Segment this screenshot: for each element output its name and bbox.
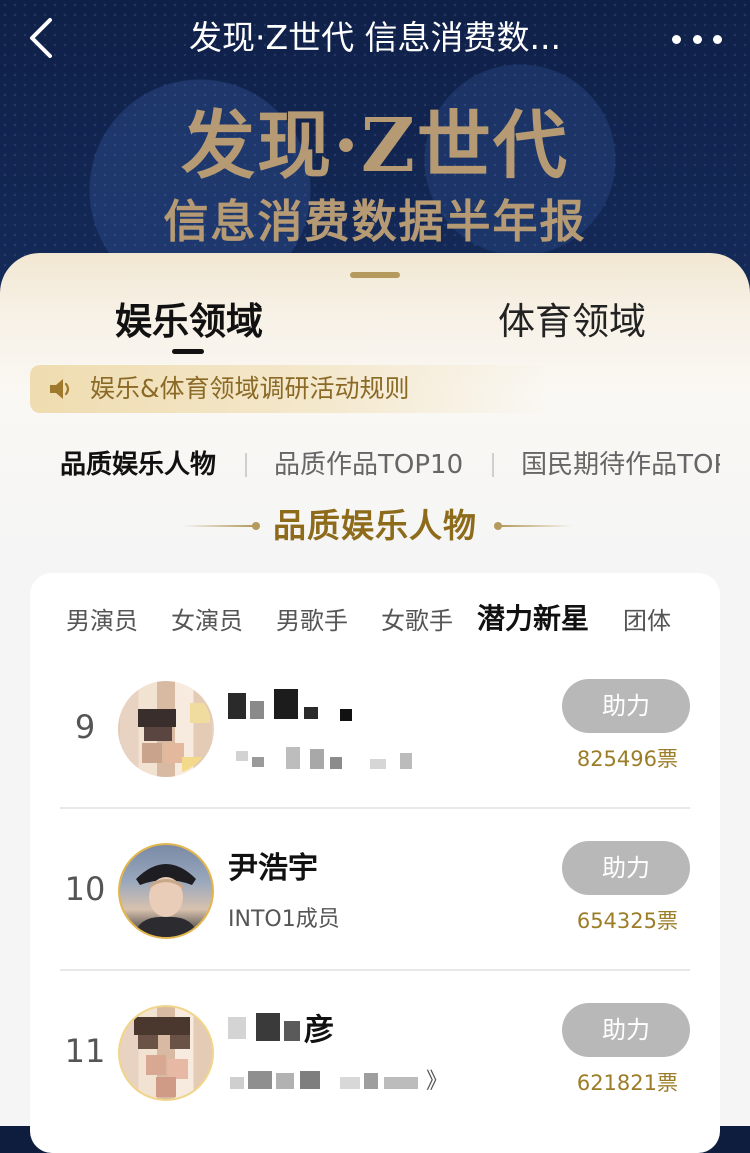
category-female-actor[interactable]: 女演员 <box>171 601 243 641</box>
navbar: 发现·Z世代 信息消费数... <box>0 0 750 80</box>
mosaic-block <box>142 743 162 763</box>
redaction-block <box>250 701 264 719</box>
avatar[interactable] <box>118 681 214 777</box>
subtab-quality-works[interactable]: 品质作品TOP10 <box>274 443 463 487</box>
vote-count: 654325票 <box>576 909 678 933</box>
subtab-divider <box>492 453 495 477</box>
redaction-block <box>252 757 264 767</box>
avatar[interactable] <box>118 843 214 939</box>
redaction-block <box>384 1077 418 1089</box>
person-name: 尹浩宇 <box>228 851 318 886</box>
subtab-quality-figures[interactable]: 品质娱乐人物 <box>60 443 216 487</box>
tab-entertainment[interactable]: 娱乐领域 <box>115 297 263 347</box>
redaction-block <box>274 689 298 719</box>
category-male-singer[interactable]: 男歌手 <box>276 601 348 641</box>
redaction-block <box>276 1073 294 1089</box>
avatar[interactable] <box>118 1005 214 1101</box>
mosaic-block <box>134 1017 190 1035</box>
redaction-block <box>340 1077 360 1089</box>
redaction-block <box>364 1073 378 1089</box>
rules-notice[interactable]: 娱乐&体育领域调研活动规则 <box>30 365 550 413</box>
redaction-block <box>310 749 324 769</box>
vote-count: 825496票 <box>576 747 678 771</box>
category-group[interactable]: 团体 <box>623 601 671 641</box>
more-button[interactable] <box>672 22 722 56</box>
redaction-block <box>256 1013 280 1041</box>
boost-button[interactable]: 助力 <box>562 841 690 895</box>
mosaic-block <box>170 1035 190 1049</box>
mosaic-block <box>156 1077 176 1097</box>
row-divider <box>60 807 690 809</box>
rank-number: 9 <box>74 708 96 746</box>
person-description: 》 <box>426 1069 449 1094</box>
ranking-card: 男演员 女演员 男歌手 女歌手 潜力新星 团体 9 助力 825496票 10 … <box>30 573 720 1153</box>
mosaic-block <box>138 1035 158 1049</box>
boost-button[interactable]: 助力 <box>562 1003 690 1057</box>
redaction-block <box>330 757 342 769</box>
mosaic-block <box>164 743 184 763</box>
redaction-block <box>230 1077 244 1089</box>
redaction-block <box>370 759 386 769</box>
boost-button[interactable]: 助力 <box>562 679 690 733</box>
redaction-block <box>400 753 412 769</box>
drag-handle[interactable] <box>350 272 400 278</box>
hero-banner: 发现·Z世代 信息消费数据半年报 发现·Z世代 信息消费数... <box>0 0 750 290</box>
rank-number: 10 <box>64 870 106 908</box>
rules-notice-text: 娱乐&体育领域调研活动规则 <box>90 374 410 403</box>
avatar-portrait <box>134 864 198 937</box>
redaction-block <box>286 747 300 769</box>
category-rising-star[interactable]: 潜力新星 <box>477 599 589 639</box>
redaction-block <box>248 1071 272 1089</box>
vote-count: 621821票 <box>576 1071 678 1095</box>
person-description: INTO1成员 <box>228 907 340 932</box>
subtab-divider <box>245 453 248 477</box>
category-male-actor[interactable]: 男演员 <box>66 601 138 641</box>
ranking-row: 10 尹浩宇 INTO1成员 助力 654325票 <box>60 811 690 973</box>
mosaic-block <box>144 727 172 741</box>
tab-sports[interactable]: 体育领域 <box>498 297 646 347</box>
nav-title: 发现·Z世代 信息消费数... <box>188 18 562 57</box>
mosaic-block <box>168 1059 188 1079</box>
redaction-block <box>340 709 352 721</box>
mosaic-block <box>138 709 176 727</box>
hero-title: 发现·Z世代 <box>181 103 569 189</box>
section-heading-text: 品质娱乐人物 <box>273 506 477 545</box>
rank-number: 11 <box>64 1032 106 1070</box>
speaker-icon <box>50 379 70 399</box>
more-dots-icon <box>672 34 681 44</box>
section-heading: 品质娱乐人物 <box>0 501 750 551</box>
heading-line-right <box>500 525 572 527</box>
sub-tab-bar: 品质娱乐人物 品质作品TOP10 国民期待作品TOP10 <box>60 443 720 487</box>
mosaic-block <box>146 1055 166 1075</box>
category-female-singer[interactable]: 女歌手 <box>381 601 453 641</box>
redaction-block <box>284 1021 300 1041</box>
redaction-block <box>228 1017 246 1039</box>
ranking-row: 11 彦 》 助力 621821票 <box>60 973 690 1135</box>
hero-subtitle: 信息消费数据半年报 <box>163 195 587 248</box>
redaction-block <box>228 693 246 719</box>
heading-dot-left <box>252 522 260 530</box>
redaction-block <box>304 707 318 719</box>
ranking-row: 9 助力 825496票 <box>60 649 690 811</box>
content-sheet: 娱乐领域 体育领域 娱乐&体育领域调研活动规则 品质娱乐人物 品质作品TOP10 国… <box>0 253 750 1153</box>
mosaic-block <box>182 757 202 775</box>
chevron-left-icon <box>30 18 52 58</box>
redaction-block <box>236 751 248 761</box>
subtab-anticipated-works[interactable]: 国民期待作品TOP10 <box>521 443 720 487</box>
active-tab-indicator <box>172 349 204 354</box>
row-divider <box>60 969 690 971</box>
back-button[interactable] <box>22 14 66 62</box>
person-name: 彦 <box>304 1013 334 1048</box>
mosaic-block <box>190 703 210 723</box>
heading-line-left <box>182 525 254 527</box>
more-dot <box>713 34 722 44</box>
redaction-block <box>300 1071 320 1089</box>
more-dot <box>692 34 702 44</box>
